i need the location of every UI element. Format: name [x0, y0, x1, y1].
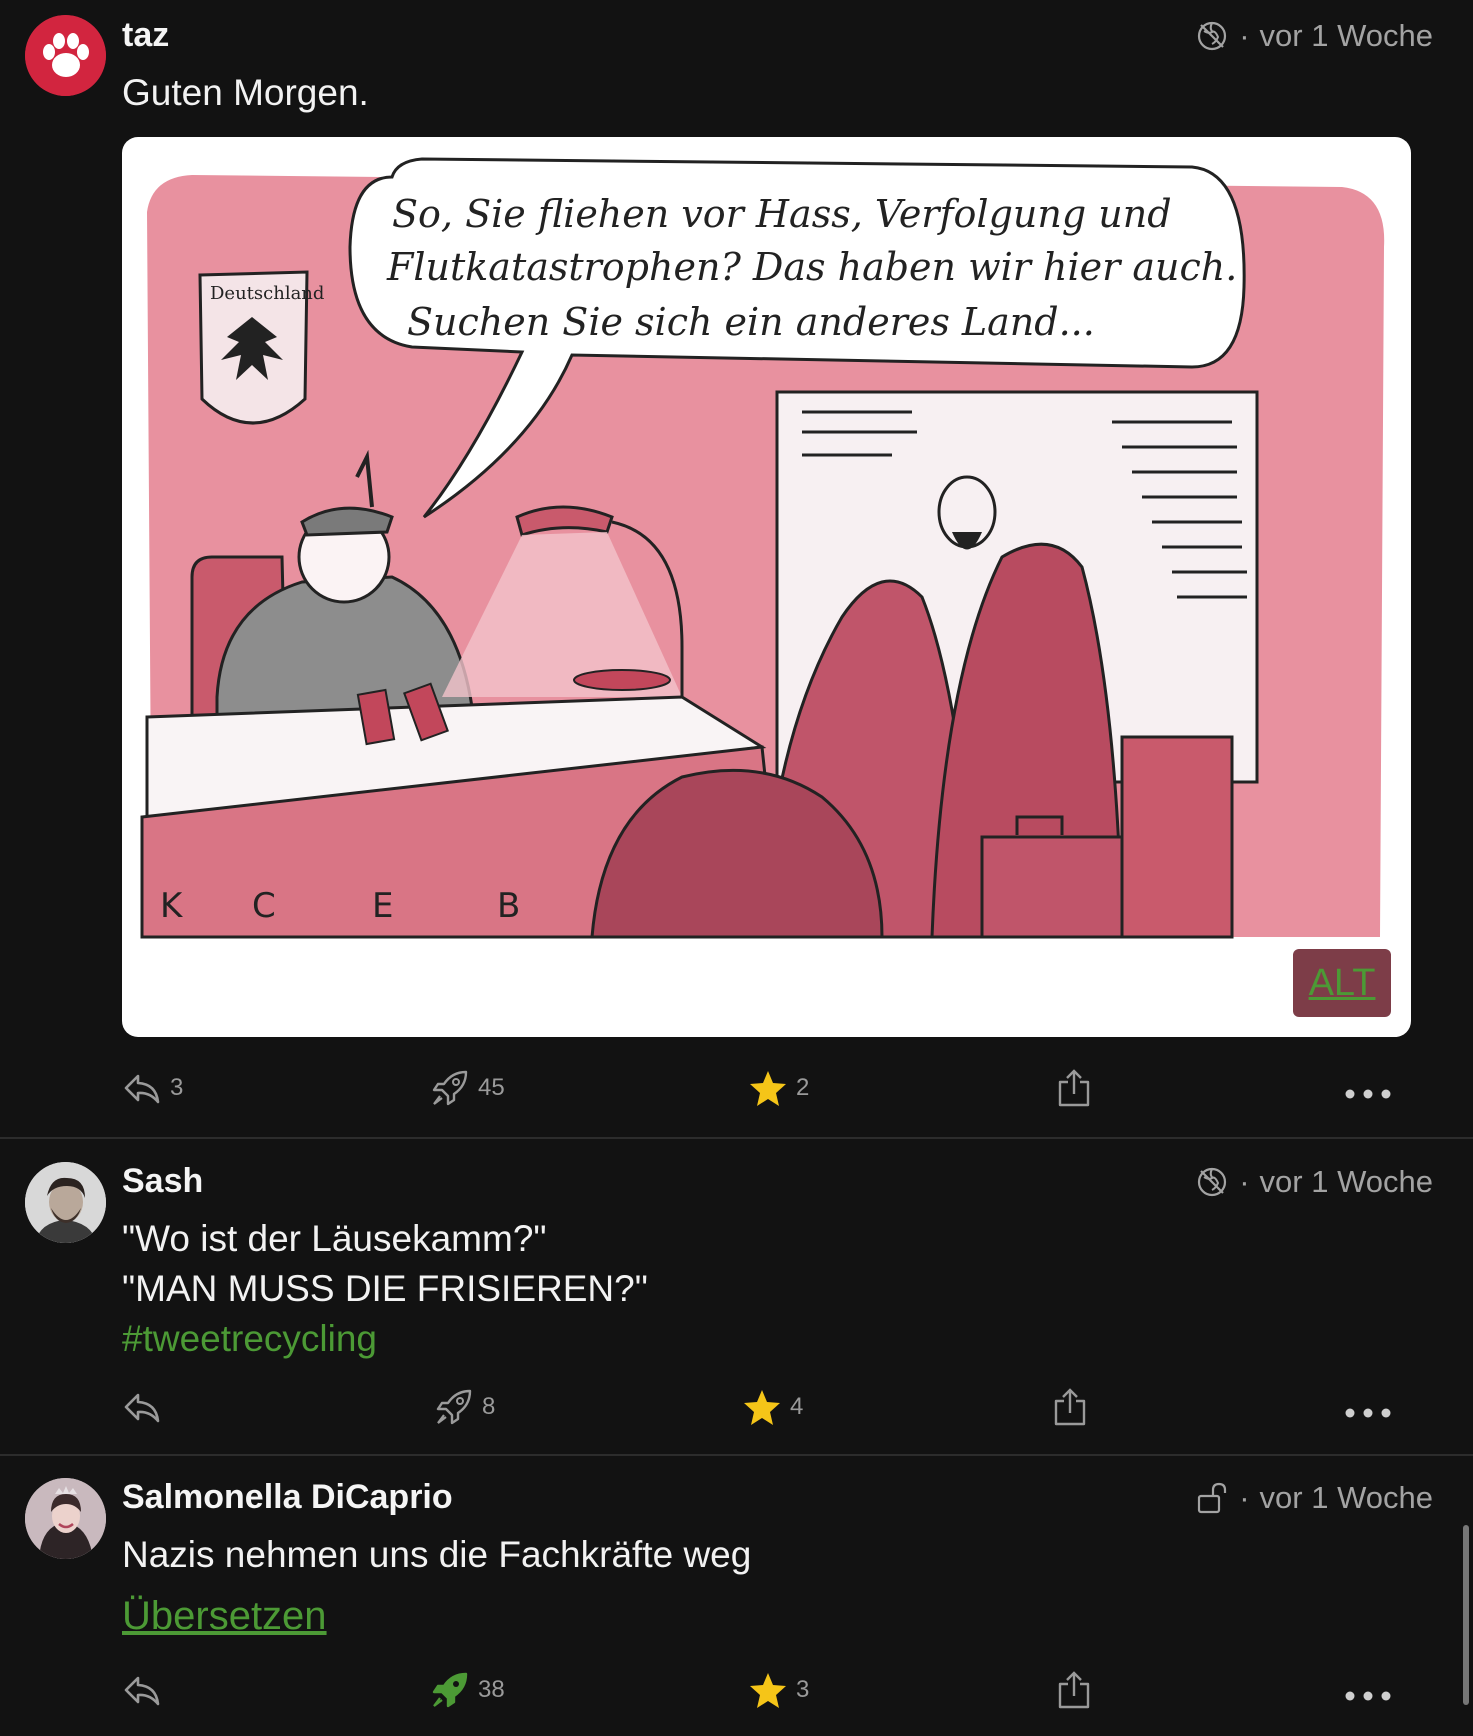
post-actions: 8 4: [0, 1387, 1473, 1437]
rocket-icon: [436, 1389, 472, 1425]
favourite-count: 2: [796, 1074, 810, 1101]
content-line: "MAN MUSS DIE FRISIEREN?": [122, 1268, 648, 1309]
unlock-icon: [1198, 1482, 1227, 1514]
reply-button[interactable]: [122, 1670, 162, 1710]
post-content: Nazis nehmen uns die Fachkräfte weg: [122, 1534, 752, 1575]
star-icon: [750, 1673, 786, 1708]
post-taz: taz · vor 1 Woche Guten Morgen. Deutschl…: [0, 0, 1473, 1138]
favourite-count: 4: [790, 1393, 804, 1420]
post-salmonella: Salmonella DiCaprio · vor 1 Woche Nazis …: [0, 1456, 1473, 1736]
avatar-photo: [25, 1478, 106, 1559]
svg-text:C: C: [252, 886, 276, 926]
favourite-count: 3: [796, 1676, 810, 1703]
more-button[interactable]: [1342, 1387, 1394, 1427]
post-time[interactable]: vor 1 Woche: [1260, 1480, 1433, 1516]
author-name[interactable]: Sash: [122, 1162, 203, 1201]
post-content: Guten Morgen.: [122, 72, 369, 113]
boost-count: 8: [482, 1393, 496, 1420]
more-icon: [1345, 1408, 1391, 1418]
post-sash: Sash · vor 1 Woche "Wo ist der Läusekamm…: [0, 1139, 1473, 1453]
more-button[interactable]: [1342, 1068, 1394, 1108]
post-content: "Wo ist der Läusekamm?" "MAN MUSS DIE FR…: [122, 1214, 648, 1364]
post-meta: · vor 1 Woche: [1195, 1480, 1433, 1516]
reply-count: 3: [170, 1074, 184, 1101]
share-button[interactable]: [1050, 1387, 1090, 1427]
post-meta: · vor 1 Woche: [1195, 18, 1433, 54]
reply-icon: [124, 1074, 160, 1104]
author-name[interactable]: taz: [122, 16, 169, 55]
svg-text:B: B: [497, 886, 520, 926]
favourite-button[interactable]: 2: [748, 1068, 809, 1108]
reply-icon: [124, 1393, 160, 1423]
svg-text:K: K: [160, 886, 184, 926]
rocket-icon: [432, 1672, 468, 1708]
translate-link[interactable]: Übersetzen: [122, 1591, 327, 1641]
boost-button[interactable]: 45: [430, 1068, 505, 1108]
avatar-photo: [25, 1162, 106, 1243]
post-actions: 38 3: [0, 1670, 1473, 1720]
svg-text:E: E: [372, 886, 393, 926]
alt-text-button[interactable]: ALT: [1293, 949, 1391, 1017]
favourite-button[interactable]: 3: [748, 1670, 809, 1710]
paw-logo-icon: [25, 15, 106, 96]
globe-off-icon: [1198, 21, 1227, 51]
boost-button[interactable]: 38: [430, 1670, 505, 1710]
more-icon: [1345, 1089, 1391, 1099]
cartoon-illustration: Deutschland So, Sie fliehen vor Hass, Ve…: [140, 157, 1385, 939]
content-line: "Wo ist der Läusekamm?": [122, 1218, 547, 1259]
reply-button[interactable]: [122, 1387, 162, 1427]
meta-separator: ·: [1239, 1480, 1250, 1515]
globe-off-icon: [1198, 1167, 1227, 1197]
favourite-button[interactable]: 4: [742, 1387, 803, 1427]
post-time[interactable]: vor 1 Woche: [1260, 18, 1433, 54]
boost-button[interactable]: 8: [434, 1387, 495, 1427]
share-button[interactable]: [1054, 1670, 1094, 1710]
star-icon: [744, 1390, 780, 1425]
share-icon: [1058, 1069, 1090, 1107]
reply-button[interactable]: 3: [122, 1068, 183, 1108]
post-image[interactable]: Deutschland So, Sie fliehen vor Hass, Ve…: [122, 137, 1411, 1037]
share-icon: [1054, 1388, 1086, 1426]
boost-count: 38: [478, 1676, 505, 1703]
more-icon: [1345, 1691, 1391, 1701]
avatar[interactable]: [25, 15, 106, 96]
boost-count: 45: [478, 1074, 505, 1101]
rocket-icon: [432, 1070, 468, 1106]
share-button[interactable]: [1054, 1068, 1094, 1108]
post-time[interactable]: vor 1 Woche: [1260, 1164, 1433, 1200]
shield-label: Deutschland: [210, 283, 324, 304]
scrollbar[interactable]: [1463, 1525, 1469, 1705]
meta-separator: ·: [1239, 18, 1250, 53]
star-icon: [750, 1071, 786, 1106]
hashtag-link[interactable]: #tweetrecycling: [122, 1314, 648, 1364]
speech-line-2: Flutkatastrophen? Das haben wir hier auc…: [386, 245, 1237, 289]
avatar[interactable]: [25, 1162, 106, 1243]
share-icon: [1058, 1671, 1090, 1709]
avatar[interactable]: [25, 1478, 106, 1559]
author-name[interactable]: Salmonella DiCaprio: [122, 1478, 453, 1517]
post-meta: · vor 1 Woche: [1195, 1164, 1433, 1200]
reply-icon: [124, 1676, 160, 1706]
post-actions: 3 45 2: [0, 1068, 1473, 1118]
speech-line-1: So, Sie fliehen vor Hass, Verfolgung und: [392, 192, 1172, 236]
speech-line-3: Suchen Sie sich ein anderes Land...: [407, 300, 1095, 344]
more-button[interactable]: [1342, 1670, 1394, 1710]
meta-separator: ·: [1239, 1164, 1250, 1199]
